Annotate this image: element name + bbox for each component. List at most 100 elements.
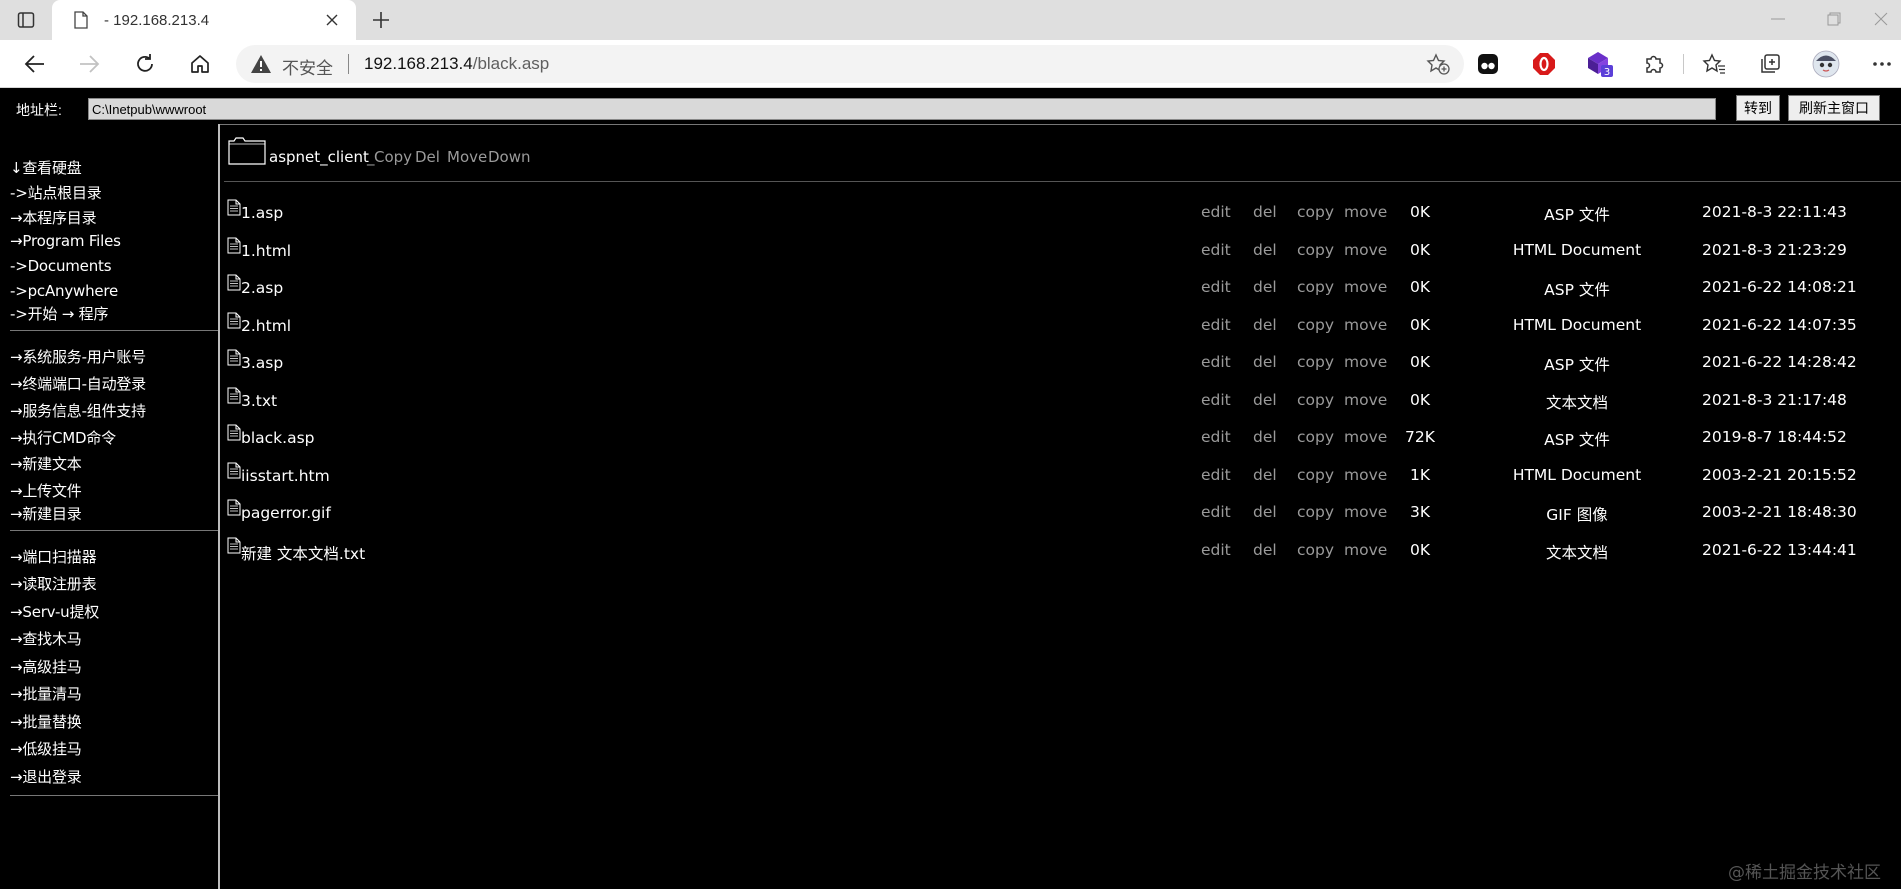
file-edit-link[interactable]: edit <box>1201 316 1231 334</box>
tab-actions-icon[interactable] <box>14 8 38 32</box>
file-move-link[interactable]: move <box>1344 428 1387 446</box>
file-move-link[interactable]: move <box>1344 278 1387 296</box>
file-name-link[interactable]: 2.html <box>241 317 291 335</box>
file-copy-link[interactable]: copy <box>1297 503 1334 521</box>
tampermonkey-icon[interactable] <box>1474 50 1502 78</box>
collections-icon[interactable] <box>1756 50 1784 78</box>
file-name-link[interactable]: 1.asp <box>241 204 283 222</box>
folder-move-link[interactable]: Move <box>447 148 487 166</box>
sidebar-item-documents[interactable]: ->Documents <box>10 257 112 275</box>
refresh-main-window-button[interactable]: 刷新主窗口 <box>1788 95 1880 121</box>
file-edit-link[interactable]: edit <box>1201 278 1231 296</box>
file-del-link[interactable]: del <box>1253 428 1277 446</box>
folder-icon[interactable] <box>228 135 266 165</box>
folder-name[interactable]: aspnet_client <box>269 148 369 166</box>
sidebar-item-run-cmd[interactable]: →执行CMD命令 <box>10 427 116 448</box>
home-icon[interactable] <box>185 50 215 78</box>
extensions-puzzle-icon[interactable] <box>1640 50 1668 78</box>
sidebar-item-basic-inject[interactable]: →低级挂马 <box>10 738 82 759</box>
file-del-link[interactable]: del <box>1253 278 1277 296</box>
sidebar-item-program-dir[interactable]: →本程序目录 <box>10 207 97 228</box>
sidebar-item-pcanywhere[interactable]: ->pcAnywhere <box>10 282 118 300</box>
profile-avatar[interactable] <box>1812 50 1840 78</box>
file-edit-link[interactable]: edit <box>1201 353 1231 371</box>
sidebar-item-batch-clean[interactable]: →批量清马 <box>10 683 82 704</box>
sidebar-item-site-root[interactable]: ->站点根目录 <box>10 182 102 203</box>
sidebar-item-servu[interactable]: →Serv-u提权 <box>10 601 99 622</box>
file-edit-link[interactable]: edit <box>1201 241 1231 259</box>
file-copy-link[interactable]: copy <box>1297 278 1334 296</box>
back-icon[interactable] <box>20 50 50 78</box>
file-name-link[interactable]: black.asp <box>241 429 314 447</box>
file-edit-link[interactable]: edit <box>1201 466 1231 484</box>
file-edit-link[interactable]: edit <box>1201 391 1231 409</box>
forward-icon[interactable] <box>74 50 104 78</box>
favorites-icon[interactable] <box>1700 50 1728 78</box>
more-options-icon[interactable] <box>1868 50 1896 78</box>
file-move-link[interactable]: move <box>1344 353 1387 371</box>
file-copy-link[interactable]: copy <box>1297 316 1334 334</box>
file-edit-link[interactable]: edit <box>1201 541 1231 559</box>
file-del-link[interactable]: del <box>1253 241 1277 259</box>
file-edit-link[interactable]: edit <box>1201 503 1231 521</box>
file-del-link[interactable]: del <box>1253 541 1277 559</box>
sidebar-item-view-disks[interactable]: ↓查看硬盘 <box>10 157 82 178</box>
sidebar-item-terminal-port[interactable]: →终端端口-自动登录 <box>10 373 146 394</box>
file-copy-link[interactable]: copy <box>1297 203 1334 221</box>
sidebar-item-read-registry[interactable]: →读取注册表 <box>10 573 97 594</box>
file-name-link[interactable]: 新建 文本文档.txt <box>241 542 365 564</box>
sidebar-item-advanced-inject[interactable]: →高级挂马 <box>10 656 82 677</box>
minimize-icon[interactable] <box>1747 0 1809 38</box>
file-move-link[interactable]: move <box>1344 316 1387 334</box>
reload-icon[interactable] <box>130 50 160 78</box>
sidebar-item-program-files[interactable]: →Program Files <box>10 232 121 250</box>
sidebar-item-logout[interactable]: →退出登录 <box>10 766 82 787</box>
file-move-link[interactable]: move <box>1344 466 1387 484</box>
file-del-link[interactable]: del <box>1253 203 1277 221</box>
file-copy-link[interactable]: copy <box>1297 541 1334 559</box>
url-text[interactable]: 192.168.213.4/black.asp <box>364 54 549 74</box>
add-favorite-icon[interactable] <box>1426 53 1450 75</box>
file-edit-link[interactable]: edit <box>1201 203 1231 221</box>
file-copy-link[interactable]: copy <box>1297 466 1334 484</box>
sidebar-item-service-info[interactable]: →服务信息-组件支持 <box>10 400 146 421</box>
active-tab[interactable]: - 192.168.213.4 <box>52 0 356 40</box>
new-tab-icon[interactable] <box>368 8 394 32</box>
sidebar-item-system-services[interactable]: →系统服务-用户账号 <box>10 346 146 367</box>
path-input[interactable] <box>88 98 1716 120</box>
insecure-label[interactable]: 不安全 <box>282 54 333 79</box>
sidebar-item-new-dir[interactable]: →新建目录 <box>10 503 82 524</box>
warning-icon[interactable] <box>250 54 272 74</box>
file-move-link[interactable]: move <box>1344 241 1387 259</box>
file-edit-link[interactable]: edit <box>1201 428 1231 446</box>
adblock-icon[interactable] <box>1530 50 1558 78</box>
file-del-link[interactable]: del <box>1253 466 1277 484</box>
folder-down-link[interactable]: Down <box>488 148 531 166</box>
file-name-link[interactable]: 3.txt <box>241 392 277 410</box>
close-tab-icon[interactable] <box>322 10 342 30</box>
file-move-link[interactable]: move <box>1344 203 1387 221</box>
file-name-link[interactable]: 3.asp <box>241 354 283 372</box>
folder-del-link[interactable]: Del <box>415 148 440 166</box>
file-del-link[interactable]: del <box>1253 391 1277 409</box>
extension-purple-icon[interactable]: 3 <box>1586 50 1614 78</box>
go-button[interactable]: 转到 <box>1736 95 1780 121</box>
address-bar[interactable]: 不安全 192.168.213.4/black.asp <box>236 45 1464 83</box>
file-copy-link[interactable]: copy <box>1297 391 1334 409</box>
sidebar-item-new-text[interactable]: →新建文本 <box>10 453 82 474</box>
sidebar-item-find-trojan[interactable]: →查找木马 <box>10 628 82 649</box>
sidebar-item-batch-replace[interactable]: →批量替换 <box>10 711 82 732</box>
file-del-link[interactable]: del <box>1253 316 1277 334</box>
sidebar-item-start-programs[interactable]: ->开始 → 程序 <box>10 303 108 324</box>
file-name-link[interactable]: 2.asp <box>241 279 283 297</box>
file-del-link[interactable]: del <box>1253 353 1277 371</box>
file-copy-link[interactable]: copy <box>1297 428 1334 446</box>
folder-copy-link[interactable]: Copy <box>374 148 412 166</box>
file-name-link[interactable]: pagerror.gif <box>241 504 331 522</box>
file-move-link[interactable]: move <box>1344 541 1387 559</box>
file-copy-link[interactable]: copy <box>1297 241 1334 259</box>
file-name-link[interactable]: 1.html <box>241 242 291 260</box>
file-move-link[interactable]: move <box>1344 391 1387 409</box>
file-move-link[interactable]: move <box>1344 503 1387 521</box>
close-window-icon[interactable] <box>1850 0 1901 38</box>
